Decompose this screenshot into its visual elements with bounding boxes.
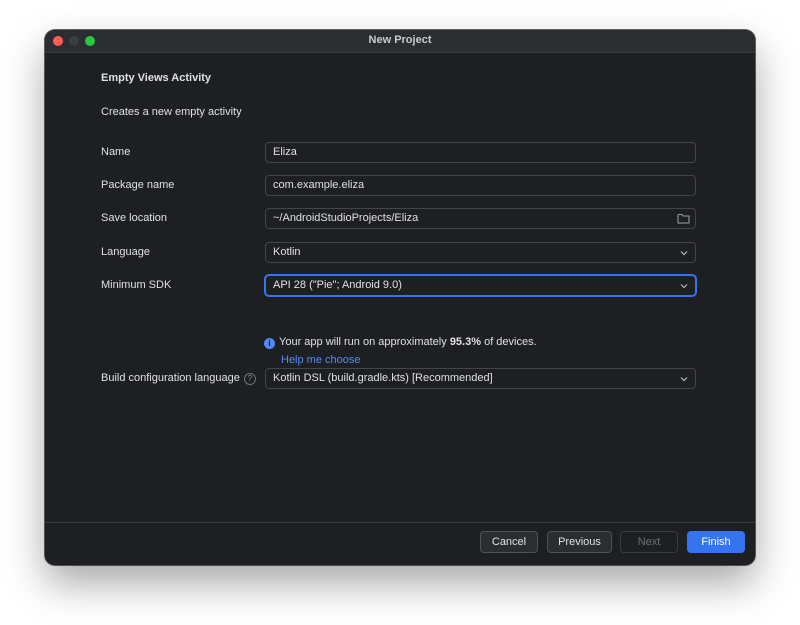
- form-panel: Empty Views Activity Creates a new empty…: [45, 52, 755, 523]
- coverage-percent: 95.3%: [449, 336, 482, 348]
- minimum-sdk-dropdown[interactable]: API 28 ("Pie"; Android 9.0): [265, 275, 696, 296]
- package-name-value: com.example.eliza: [273, 179, 365, 191]
- title-bar: New Project: [45, 30, 755, 53]
- finish-button[interactable]: Finish: [687, 531, 745, 553]
- cancel-button[interactable]: Cancel: [480, 531, 538, 553]
- build-config-dropdown[interactable]: Kotlin DSL (build.gradle.kts) [Recommend…: [265, 368, 696, 389]
- package-name-label: Package name: [101, 179, 175, 191]
- template-title: Empty Views Activity: [101, 72, 212, 84]
- chevron-down-icon: [680, 251, 688, 256]
- previous-button[interactable]: Previous: [547, 531, 612, 553]
- language-label: Language: [101, 246, 150, 258]
- window-title: New Project: [368, 34, 432, 46]
- build-config-label-row: Build configuration language?: [101, 372, 256, 385]
- build-config-value: Kotlin DSL (build.gradle.kts) [Recommend…: [273, 372, 493, 384]
- folder-icon[interactable]: [677, 213, 690, 224]
- package-name-field[interactable]: com.example.eliza: [265, 175, 696, 196]
- save-location-value: ~/AndroidStudioProjects/Eliza: [273, 212, 419, 224]
- dialog-footer: Cancel Previous Next Finish: [45, 522, 755, 565]
- template-description: Creates a new empty activity: [101, 106, 242, 118]
- chevron-down-icon: [680, 284, 688, 289]
- next-button: Next: [620, 531, 678, 553]
- build-config-label: Build configuration language: [101, 372, 240, 384]
- info-text-prefix: Your app will run on approximately: [279, 336, 450, 348]
- language-value: Kotlin: [273, 246, 301, 258]
- save-location-label: Save location: [101, 212, 168, 224]
- new-project-dialog: New Project Empty Views Activity Creates…: [45, 30, 755, 565]
- language-dropdown[interactable]: Kotlin: [265, 242, 696, 263]
- info-icon: i: [264, 338, 275, 349]
- save-location-field[interactable]: ~/AndroidStudioProjects/Eliza: [265, 208, 696, 229]
- minimum-sdk-label: Minimum SDK: [101, 279, 172, 291]
- minimum-sdk-value: API 28 ("Pie"; Android 9.0): [273, 279, 402, 291]
- help-me-choose-link[interactable]: Help me choose: [281, 354, 361, 366]
- info-text-suffix: of devices.: [481, 336, 537, 348]
- name-label: Name: [101, 146, 131, 158]
- chevron-down-icon: [680, 377, 688, 382]
- name-field[interactable]: Eliza: [265, 142, 696, 163]
- device-coverage-info: i Your app will run on approximately 95.3…: [264, 336, 537, 349]
- name-value: Eliza: [273, 146, 297, 158]
- question-icon[interactable]: ?: [243, 373, 256, 385]
